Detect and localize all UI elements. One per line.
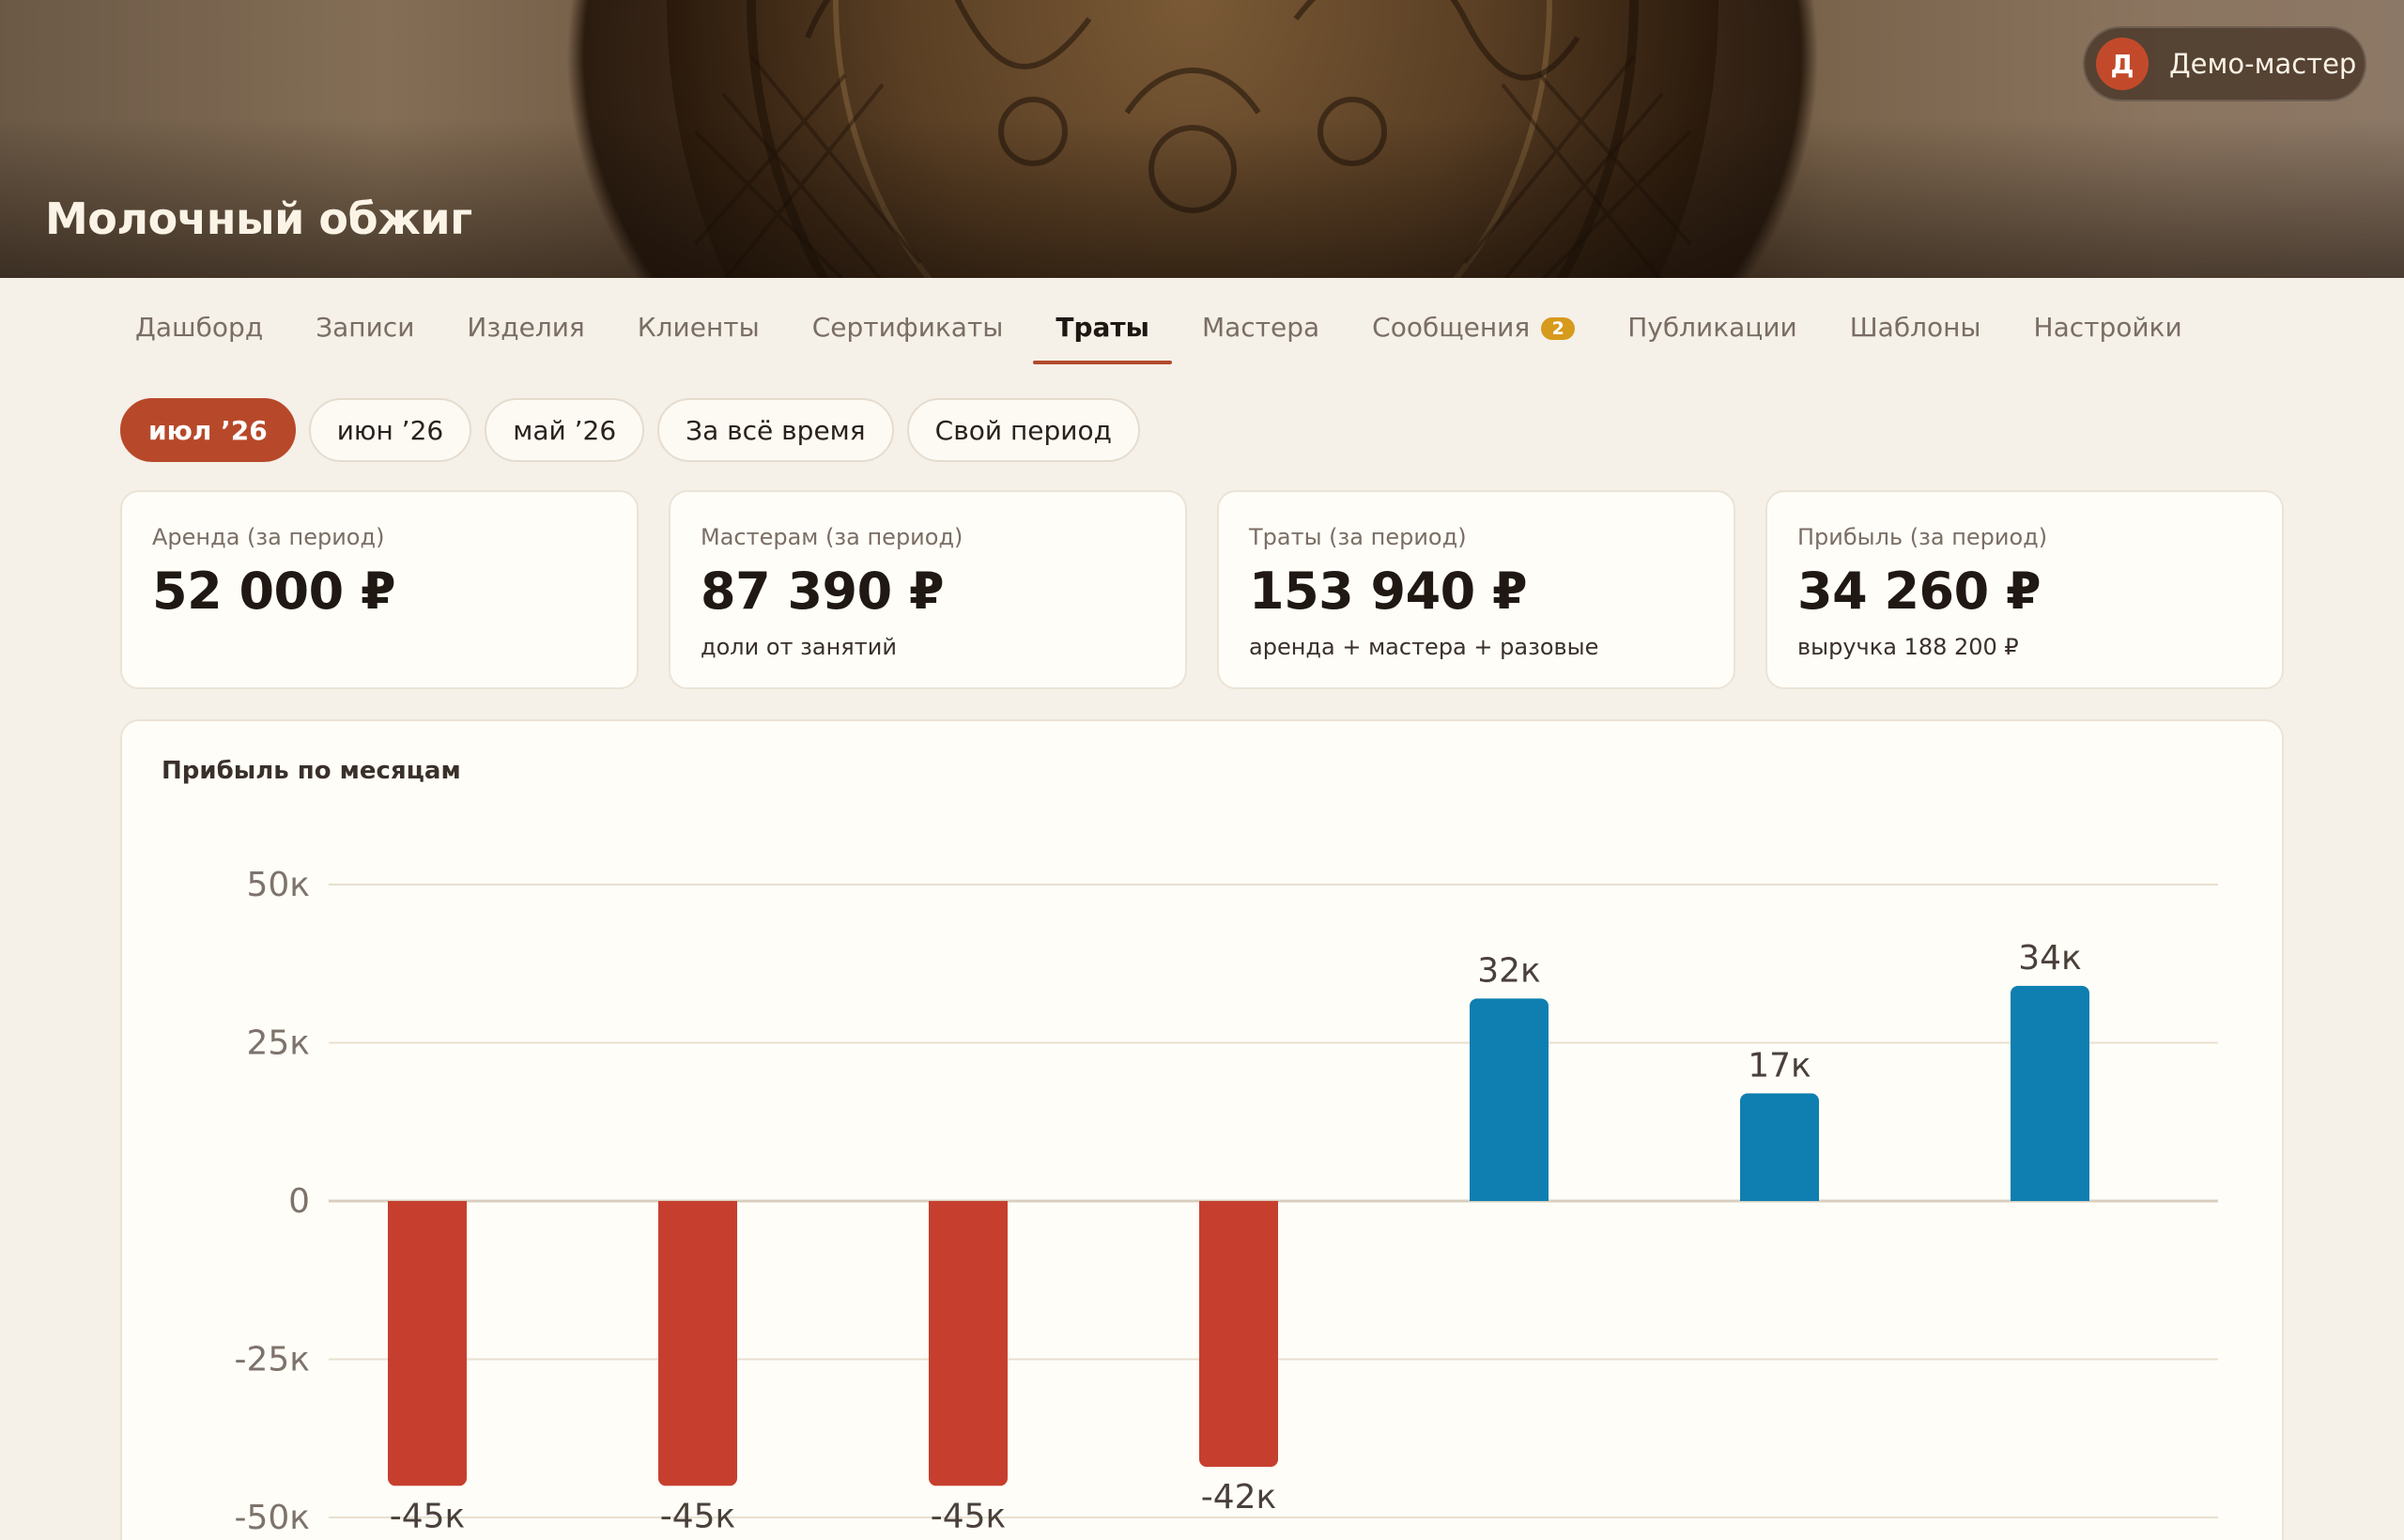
bar bbox=[1199, 1201, 1278, 1468]
studio-title: Молочный обжиг bbox=[45, 193, 472, 244]
bar-base bbox=[1199, 1201, 1278, 1210]
tab-label: Сообщения bbox=[1372, 312, 1531, 343]
bar-value-label: 17к bbox=[1748, 1046, 1811, 1085]
tab-templates[interactable]: Шаблоны bbox=[1850, 299, 1981, 364]
tab-expenses[interactable]: Траты bbox=[1033, 299, 1172, 364]
unread-badge: 2 bbox=[1541, 317, 1576, 340]
stat-value: 153 940 ₽ bbox=[1249, 562, 1528, 621]
profit-bar-chart: 50к 25к 0 -25к -50к -45к -45к -45к -42к 32к 17к 34к bbox=[234, 866, 2218, 1537]
stat-label: Траты (за период) bbox=[1249, 524, 1467, 550]
stat-sub: выручка 188 200 ₽ bbox=[1797, 634, 2019, 660]
tab-settings[interactable]: Настройки bbox=[2034, 299, 2182, 364]
hero-banner: Молочный обжиг Д Демо-мастер bbox=[0, 0, 2404, 278]
y-tick-label: 50к bbox=[246, 866, 310, 904]
user-menu-button[interactable]: Д Демо-мастер bbox=[2083, 26, 2366, 101]
y-tick-label: -50к bbox=[234, 1499, 310, 1537]
tab-masters[interactable]: Мастера bbox=[1202, 299, 1319, 364]
y-tick-label: -25к bbox=[234, 1341, 310, 1379]
stat-label: Аренда (за период) bbox=[152, 524, 385, 550]
stat-label: Прибыль (за период) bbox=[1797, 524, 2048, 550]
period-jul-26[interactable]: июл ’26 bbox=[120, 398, 296, 462]
bar-base bbox=[388, 1201, 467, 1210]
period-selector: июл ’26 июн ’26 май ’26 За всё время Сво… bbox=[120, 398, 1153, 462]
tab-label: Мастера bbox=[1201, 312, 1320, 343]
stat-card-profit: Прибыль (за период) 34 260 ₽ выручка 188… bbox=[1765, 490, 2284, 689]
bar bbox=[1470, 998, 1549, 1201]
bar-value-label: -45к bbox=[390, 1497, 466, 1535]
tab-label: Настройки bbox=[2033, 312, 2182, 343]
tab-bookings[interactable]: Записи bbox=[316, 299, 414, 364]
stat-sub: аренда + мастера + разовые bbox=[1249, 634, 1599, 660]
tab-label: Записи bbox=[316, 312, 415, 343]
bar-value-label: -45к bbox=[660, 1497, 736, 1535]
tab-messages[interactable]: Сообщения 2 bbox=[1372, 299, 1576, 364]
bar bbox=[388, 1201, 467, 1486]
period-custom[interactable]: Свой период bbox=[906, 398, 1140, 462]
bar-base bbox=[929, 1201, 1008, 1210]
y-tick-label: 0 bbox=[288, 1182, 310, 1221]
stat-card-rent: Аренда (за период) 52 000 ₽ bbox=[120, 490, 639, 689]
stat-value: 87 390 ₽ bbox=[701, 562, 945, 621]
bar-base bbox=[2011, 1192, 2089, 1201]
bar bbox=[929, 1201, 1008, 1486]
tab-label: Изделия bbox=[467, 312, 585, 343]
user-name: Демо-мастер bbox=[2169, 48, 2357, 80]
bar-base bbox=[1740, 1192, 1819, 1201]
avatar: Д bbox=[2096, 38, 2149, 90]
bar-value-label: -42к bbox=[1201, 1478, 1277, 1517]
bar-base bbox=[1470, 1192, 1549, 1201]
tab-products[interactable]: Изделия bbox=[467, 299, 584, 364]
stat-value: 34 260 ₽ bbox=[1797, 562, 2042, 621]
bar-value-label: -45к bbox=[931, 1497, 1007, 1535]
tab-publications[interactable]: Публикации bbox=[1627, 299, 1797, 364]
bar-value-label: 32к bbox=[1477, 951, 1541, 990]
bar bbox=[658, 1201, 737, 1486]
period-may-26[interactable]: май ’26 bbox=[485, 398, 645, 462]
stat-card-masters: Мастерам (за период) 87 390 ₽ доли от за… bbox=[669, 490, 1187, 689]
period-all-time[interactable]: За всё время bbox=[657, 398, 894, 462]
stat-card-expenses: Траты (за период) 153 940 ₽ аренда + мас… bbox=[1217, 490, 1735, 689]
bar bbox=[1740, 1093, 1819, 1201]
tab-dashboard[interactable]: Дашборд bbox=[135, 299, 263, 364]
stat-label: Мастерам (за период) bbox=[701, 524, 963, 550]
bar bbox=[2011, 985, 2089, 1201]
stat-sub: доли от занятий bbox=[701, 634, 897, 660]
tab-label: Траты bbox=[1056, 312, 1149, 343]
profit-chart-panel: Прибыль по месяцам 50к 25к 0 -25к -50к -45к -4… bbox=[120, 719, 2284, 1540]
tab-certificates[interactable]: Сертификаты bbox=[812, 299, 1004, 364]
stat-value: 52 000 ₽ bbox=[152, 562, 396, 621]
tab-label: Шаблоны bbox=[1849, 312, 1981, 343]
bar-value-label: 34к bbox=[2018, 939, 2082, 978]
period-jun-26[interactable]: июн ’26 bbox=[308, 398, 472, 462]
tab-clients[interactable]: Клиенты bbox=[638, 299, 760, 364]
tab-label: Дашборд bbox=[135, 312, 264, 343]
bar-base bbox=[658, 1201, 737, 1210]
tab-label: Публикации bbox=[1627, 312, 1797, 343]
main-nav: Дашборд Записи Изделия Клиенты Сертифика… bbox=[135, 299, 2235, 364]
y-tick-label: 25к bbox=[246, 1024, 310, 1063]
tab-label: Сертификаты bbox=[811, 312, 1004, 343]
tab-label: Клиенты bbox=[637, 312, 760, 343]
